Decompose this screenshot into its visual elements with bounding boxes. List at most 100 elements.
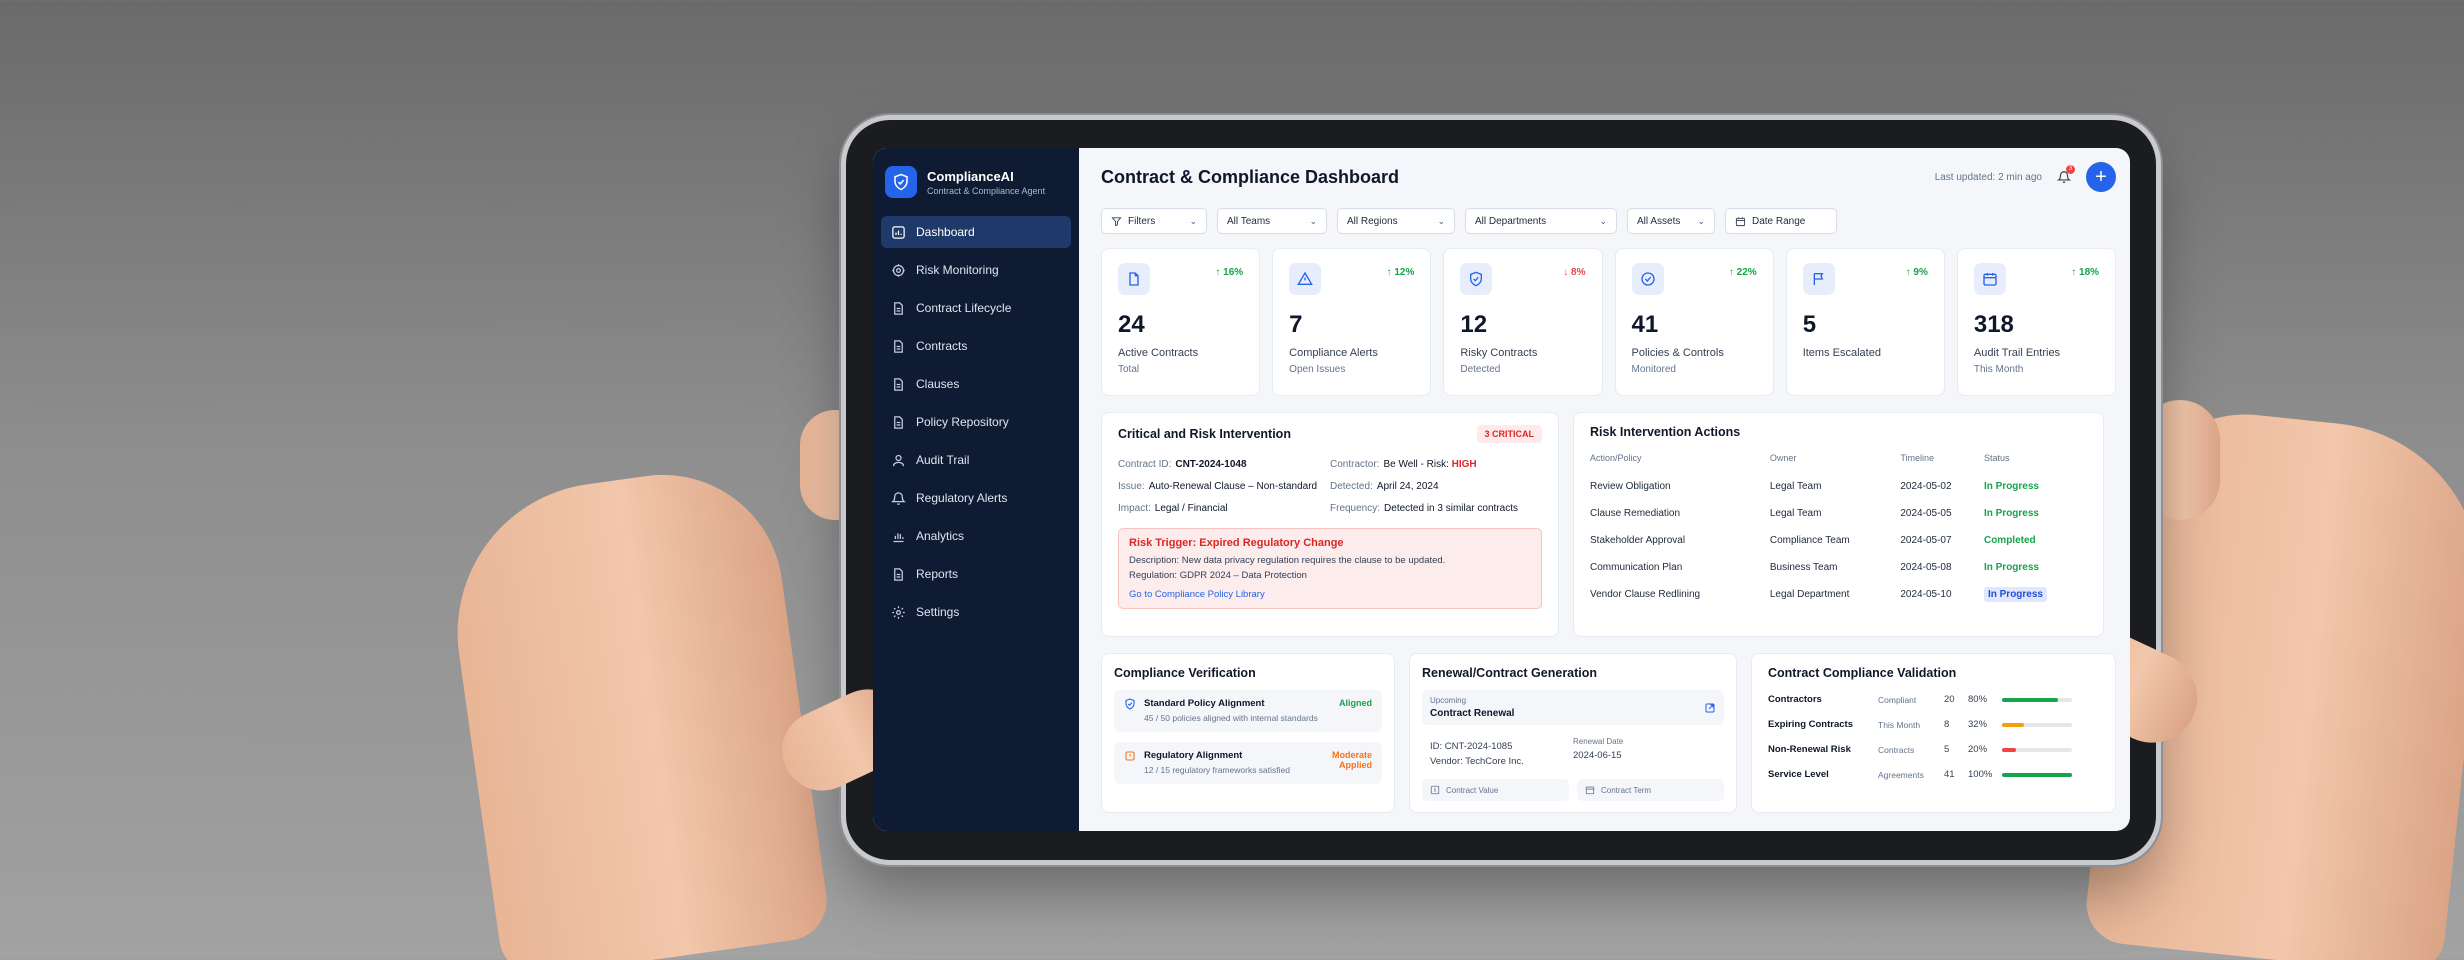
main-content: Contract & Compliance Dashboard Last upd… (1079, 148, 2130, 831)
external-link-icon[interactable] (1704, 702, 1716, 714)
stat-card[interactable]: ↑ 12% 7 Compliance Alerts Open Issues (1272, 248, 1432, 396)
stat-card[interactable]: ↑ 9% 5 Items Escalated (1785, 248, 1945, 396)
chevron-down-icon: ⌄ (1599, 215, 1607, 226)
sidebar-item-analytics[interactable]: Analytics (881, 520, 1071, 552)
departments-dropdown[interactable]: All Departments ⌄ (1465, 208, 1617, 234)
sidebar-item-dashboard[interactable]: Dashboard (881, 216, 1071, 248)
sidebar-item-risk-monitoring[interactable]: Risk Monitoring (881, 254, 1071, 286)
assets-dropdown[interactable]: All Assets ⌄ (1627, 208, 1715, 234)
sidebar-item-clauses[interactable]: Clauses (881, 368, 1071, 400)
validation-percent: 80% (1968, 694, 1988, 705)
sidebar-item-label: Reports (916, 567, 959, 581)
sidebar-item-label: Risk Monitoring (916, 263, 999, 277)
dollar-box-icon (1430, 785, 1440, 795)
status-cell: In Progress (1984, 554, 2087, 581)
stat-card[interactable]: ↑ 22% 41 Policies & Controls Monitored (1614, 248, 1774, 396)
table-row[interactable]: Review Obligation Legal Team 2024-05-02 In … (1590, 473, 2087, 500)
validation-count: 8 (1944, 719, 1950, 730)
status-badge: In Progress (1983, 587, 2047, 602)
validation-name: Service Level (1768, 769, 1829, 780)
compliance-verification-card: Compliance Verification Standard Policy … (1101, 653, 1395, 813)
critical-title: Critical and Risk Intervention (1118, 427, 1291, 441)
upcoming-renewal[interactable]: Upcoming Contract Renewal (1422, 690, 1724, 725)
verification-item[interactable]: Standard Policy Alignment 45 / 50 polici… (1114, 690, 1382, 733)
stat-sublabel: Total (1118, 364, 1140, 375)
document-icon (894, 301, 903, 315)
stat-delta: ↑ 9% (1905, 267, 1928, 278)
calendar-icon (1585, 786, 1595, 795)
contract-value-label: Contract Value (1446, 785, 1499, 795)
validation-row[interactable]: Expiring Contracts This Month 8 32% (1768, 719, 2099, 730)
validation-category: Contracts (1878, 744, 1915, 755)
sidebar-item-settings[interactable]: Settings (881, 596, 1071, 628)
stat-value: 24 (1118, 311, 1145, 338)
verification-item[interactable]: Regulatory Alignment 12 / 15 regulatory … (1114, 742, 1382, 785)
stat-delta: ↑ 22% (1728, 267, 1757, 278)
progress-bar (2002, 747, 2072, 752)
status-cell: In Progress (1983, 581, 2087, 608)
stat-sublabel: This Month (1973, 364, 2024, 375)
add-button[interactable]: + (2086, 162, 2116, 192)
last-updated: Last updated: 2 min ago (1934, 171, 2042, 183)
sidebar-nav: Dashboard Risk Monitoring Contract Lifecyc… (881, 216, 1071, 628)
stat-card[interactable]: ↑ 16% 24 Active Contracts Total (1101, 248, 1261, 396)
stat-label: Active Contracts (1118, 347, 1199, 359)
sidebar-item-label: Clauses (916, 377, 960, 391)
table-row[interactable]: Clause Remediation Legal Team 2024-05-05 In… (1590, 500, 2087, 527)
sidebar-item-contracts[interactable]: Contracts (881, 330, 1071, 362)
stat-sublabel: Open Issues (1289, 364, 1346, 375)
risk-trigger-title: Risk Trigger: Expired Regulatory Change (1129, 537, 1344, 549)
validation-row[interactable]: Service Level Agreements 41 100% (1768, 769, 2099, 780)
impact: Impact: Legal / Financial (1118, 503, 1228, 514)
verification-item-title: Regulatory Alignment (1144, 750, 1243, 762)
stat-delta: ↑ 16% (1215, 267, 1244, 278)
frequency: Frequency: Detected in 3 similar contract… (1330, 503, 1518, 514)
table-row[interactable]: Stakeholder Approval Compliance Team 2024-… (1590, 527, 2087, 554)
filters-dropdown[interactable]: Filters ⌄ (1101, 208, 1207, 234)
chevron-down-icon: ⌄ (1189, 215, 1197, 226)
regions-label: All Regions (1347, 215, 1398, 227)
document-icon (894, 415, 903, 429)
column-header: Action/Policy (1590, 453, 1642, 463)
stat-delta: ↑ 18% (2071, 267, 2100, 278)
filter-icon (1111, 216, 1122, 226)
stat-icon (1802, 263, 1835, 295)
validation-row[interactable]: Non-Renewal Risk Contracts 5 20% (1768, 744, 2099, 755)
verification-item-sub: 45 / 50 policies aligned with internal s… (1144, 713, 1318, 723)
date-range-button[interactable]: Date Range (1725, 208, 1837, 234)
assets-label: All Assets (1637, 215, 1681, 227)
table-row[interactable]: Communication Plan Business Team 2024-05-0… (1590, 554, 2087, 581)
policy-library-link[interactable]: Go to Compliance Policy Library (1129, 589, 1531, 600)
teams-label: All Teams (1227, 215, 1271, 227)
regions-dropdown[interactable]: All Regions ⌄ (1337, 208, 1455, 234)
sidebar-item-regulatory-alerts[interactable]: Regulatory Alerts (881, 482, 1071, 514)
stat-icon (1289, 263, 1322, 295)
chart-icon (893, 532, 904, 542)
sidebar-item-audit-trail[interactable]: Audit Trail (881, 444, 1071, 476)
owner-cell: Legal Team (1769, 481, 1822, 492)
action-cell: Clause Remediation (1590, 508, 1681, 519)
sidebar-item-reports[interactable]: Reports (881, 558, 1071, 590)
stat-sublabel: Detected (1460, 364, 1501, 375)
teams-dropdown[interactable]: All Teams ⌄ (1217, 208, 1327, 234)
document-icon (894, 377, 903, 391)
table-row[interactable]: Vendor Clause Redlining Legal Department 2… (1590, 581, 2087, 608)
sidebar-item-label: Dashboard (916, 225, 975, 239)
document-icon (894, 339, 903, 353)
stat-card[interactable]: ↓ 8% 12 Risky Contracts Detected (1443, 248, 1603, 396)
notifications-button[interactable]: 3 (2054, 165, 2075, 187)
contract-term-label: Contract Term (1601, 785, 1652, 795)
renewal-vendor: Vendor: TechCore Inc. (1430, 756, 1524, 767)
sidebar-item-label: Policy Repository (916, 415, 1009, 429)
user-icon (892, 454, 905, 466)
status-badge: In Progress (1983, 508, 2039, 519)
status-badge: Completed (1983, 535, 2036, 546)
sidebar-item-policy-repository[interactable]: Policy Repository (881, 406, 1071, 438)
owner-cell: Business Team (1769, 562, 1838, 573)
stat-card[interactable]: ↑ 18% 318 Audit Trail Entries This Month (1956, 248, 2117, 396)
contract-term-box: Contract Term (1577, 779, 1724, 801)
timeline-cell: 2024-05-08 (1900, 562, 1952, 573)
validation-row[interactable]: Contractors Compliant 20 80% (1768, 694, 2099, 705)
sidebar-item-contract-lifecycle[interactable]: Contract Lifecycle (881, 292, 1071, 324)
stat-icon (1460, 263, 1493, 295)
